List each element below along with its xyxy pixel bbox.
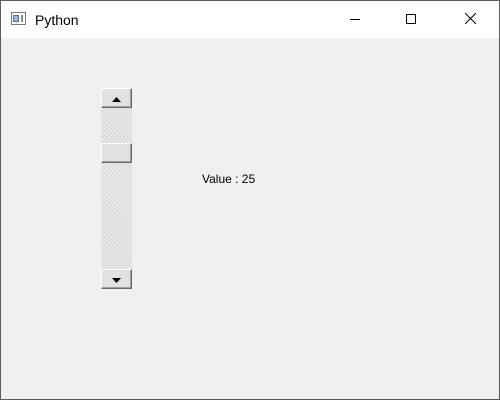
window-title: Python (35, 12, 79, 28)
minimize-icon (350, 11, 360, 29)
close-button[interactable] (447, 1, 493, 38)
maximize-button[interactable] (388, 1, 434, 38)
client-area: Value : 25 (1, 38, 499, 399)
vertical-scrollbar[interactable] (101, 88, 132, 289)
title-bar[interactable]: Python (1, 1, 499, 38)
python-app-icon (11, 12, 26, 25)
close-icon (464, 11, 476, 29)
scroll-down-button[interactable] (101, 269, 132, 289)
value-label: Value : 25 (202, 172, 256, 186)
maximize-icon (406, 11, 416, 29)
minimize-button[interactable] (332, 1, 378, 38)
scrollbar-thumb[interactable] (101, 143, 132, 164)
main-window: Python Value: 25 (0, 0, 500, 400)
scroll-up-button[interactable] (101, 88, 132, 108)
arrow-up-icon (112, 89, 121, 107)
arrow-down-icon (112, 270, 121, 288)
